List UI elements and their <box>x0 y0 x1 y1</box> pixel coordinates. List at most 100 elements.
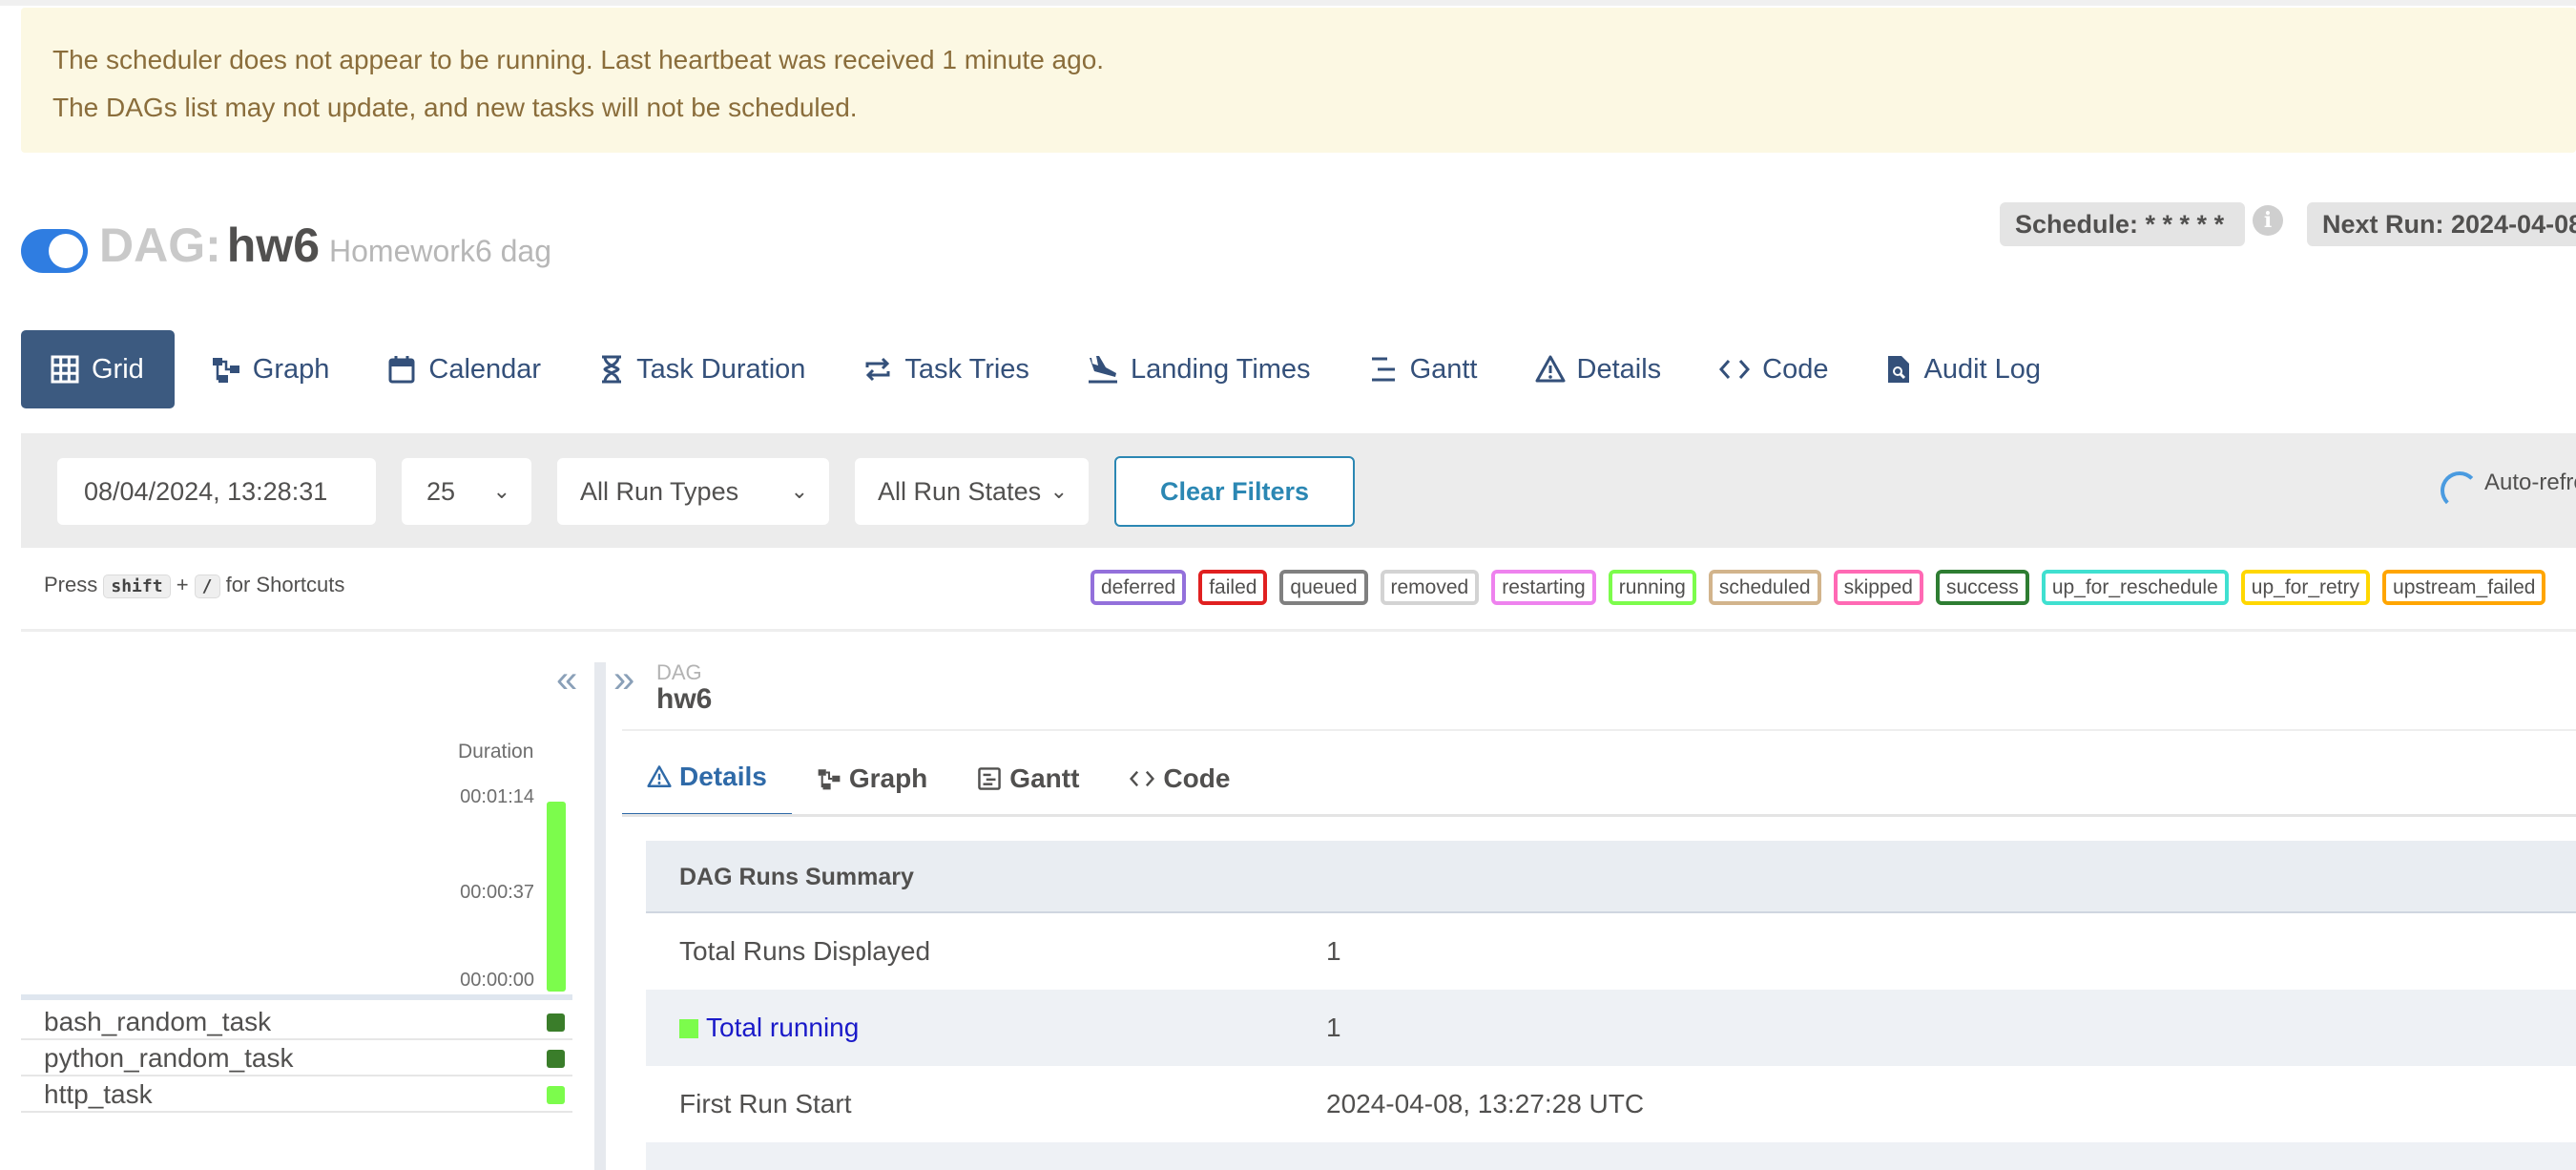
dag-prefix: DAG: <box>99 219 221 272</box>
pane-splitter[interactable] <box>594 662 606 1170</box>
legend-up-for-reschedule[interactable]: up_for_reschedule <box>2041 570 2229 605</box>
task-instance-status[interactable] <box>547 1050 565 1068</box>
summary-row: First Run Start 2024-04-08, 13:27:28 UTC <box>646 1066 2576 1142</box>
nav-task-tries-label: Task Tries <box>904 353 1029 385</box>
dag-name: hw6 <box>226 219 321 272</box>
summary-key: Total Runs Displayed <box>679 936 931 966</box>
state-legend: deferred failed queued removed restartin… <box>1091 570 2558 605</box>
dag-run-duration-bar[interactable] <box>547 802 566 992</box>
expand-details-icon[interactable]: » <box>613 658 634 701</box>
nav-calendar-label: Calendar <box>428 353 542 385</box>
duration-tick-zero: 00:00:00 <box>460 970 534 991</box>
base-date-input[interactable]: 08/04/2024, 13:28:31 <box>57 458 376 525</box>
legend-up-for-retry[interactable]: up_for_retry <box>2240 570 2371 605</box>
auto-refresh-toggle-label[interactable]: Auto-refresh <box>2484 470 2576 496</box>
nav-graph[interactable]: Graph <box>190 330 351 408</box>
next-run-badge: Next Run: 2024-04-08 <box>2307 202 2576 246</box>
num-runs-value: 25 <box>426 477 456 506</box>
divider <box>622 729 2576 731</box>
details-kicker: DAG <box>656 660 702 684</box>
dag-description: Homework6 dag <box>329 234 552 268</box>
collapse-grid-icon[interactable]: « <box>556 658 577 701</box>
filter-bar: 08/04/2024, 13:28:31 25 ⌄ All Run Types … <box>21 433 2576 548</box>
calendar-icon <box>388 356 415 384</box>
file-search-icon <box>1888 356 1910 383</box>
tab-gantt[interactable]: Gantt <box>952 741 1104 817</box>
legend-upstream-failed[interactable]: upstream_failed <box>2382 570 2546 605</box>
nav-details[interactable]: Details <box>1514 330 1683 408</box>
dag-runs-summary-table: DAG Runs Summary Total Runs Displayed 1 … <box>646 841 2576 1170</box>
shortcut-key-slash: / <box>194 575 220 598</box>
nav-gantt[interactable]: Gantt <box>1347 330 1499 408</box>
legend-success[interactable]: success <box>1935 570 2029 605</box>
legend-queued[interactable]: queued <box>1279 570 1368 605</box>
summary-row: Total Runs Displayed 1 <box>646 913 2576 990</box>
divider <box>21 629 2576 632</box>
task-row-python-random-task[interactable]: python_random_task <box>21 1040 572 1076</box>
nav-landing-times[interactable]: Landing Times <box>1066 330 1332 408</box>
tab-code[interactable]: Code <box>1104 741 1255 817</box>
summary-row <box>646 1142 2576 1170</box>
repeat-icon <box>865 357 890 382</box>
run-states-select[interactable]: All Run States ⌄ <box>855 458 1089 525</box>
gantt-icon <box>1371 357 1395 382</box>
dag-pause-toggle[interactable] <box>21 229 88 273</box>
grid-icon <box>51 355 79 384</box>
legend-failed[interactable]: failed <box>1198 570 1268 605</box>
summary-value: 1 <box>1326 936 1341 966</box>
task-instance-status[interactable] <box>547 1086 565 1104</box>
task-name: bash_random_task <box>44 1007 272 1036</box>
total-running-link[interactable]: Total running <box>679 1013 859 1043</box>
info-icon[interactable]: i <box>2253 205 2283 236</box>
legend-restarting[interactable]: restarting <box>1491 570 1596 605</box>
nav-grid[interactable]: Grid <box>21 330 175 408</box>
nav-calendar[interactable]: Calendar <box>365 330 562 408</box>
legend-skipped[interactable]: skipped <box>1833 570 1923 605</box>
summary-value: 1 <box>1326 1013 1341 1042</box>
nav-task-tries[interactable]: Task Tries <box>841 330 1050 408</box>
tab-graph[interactable]: Graph <box>792 741 952 817</box>
nav-code-label: Code <box>1762 353 1829 385</box>
warning-triangle-icon <box>1535 355 1565 383</box>
divider <box>622 814 2576 817</box>
chevron-down-icon: ⌄ <box>790 479 808 503</box>
tab-code-label: Code <box>1163 763 1231 793</box>
num-runs-select[interactable]: 25 ⌄ <box>402 458 531 525</box>
warning-triangle-icon <box>647 765 672 787</box>
nav-code[interactable]: Code <box>1697 330 1849 408</box>
code-icon <box>1130 770 1155 787</box>
nav-audit-log-label: Audit Log <box>1923 353 2042 385</box>
legend-removed[interactable]: removed <box>1380 570 1480 605</box>
duration-label: Duration <box>458 741 534 763</box>
summary-title: DAG Runs Summary <box>646 841 2576 913</box>
shortcuts-suffix: for Shortcuts <box>225 573 345 596</box>
tab-details[interactable]: Details <box>622 741 792 817</box>
summary-value: 2024-04-08, 13:27:28 UTC <box>1326 1089 1645 1118</box>
gantt-icon <box>978 767 1002 790</box>
toggle-knob <box>49 234 83 268</box>
scheduler-alert: The scheduler does not appear to be runn… <box>21 8 2576 153</box>
nav-grid-label: Grid <box>92 353 144 385</box>
running-status-swatch <box>679 1019 698 1038</box>
details-tabs: Details Graph Gantt Code <box>622 741 1255 817</box>
code-icon <box>1719 360 1751 379</box>
summary-key: First Run Start <box>679 1089 852 1118</box>
shortcuts-plus: + <box>176 573 189 596</box>
schedule-badge: Schedule: * * * * * <box>2000 202 2246 246</box>
task-instance-status[interactable] <box>547 1013 565 1032</box>
nav-task-duration[interactable]: Task Duration <box>577 330 826 408</box>
task-row-http-task[interactable]: http_task <box>21 1076 572 1113</box>
duration-tick-mid: 00:00:37 <box>460 882 534 903</box>
run-states-value: All Run States <box>878 477 1042 506</box>
run-types-select[interactable]: All Run Types ⌄ <box>557 458 829 525</box>
details-dag-name: hw6 <box>656 683 713 715</box>
tab-graph-label: Graph <box>848 763 928 793</box>
shortcuts-hint: Press shift + / for Shortcuts <box>44 573 344 598</box>
clear-filters-button[interactable]: Clear Filters <box>1114 456 1355 527</box>
legend-deferred[interactable]: deferred <box>1091 570 1187 605</box>
task-row-bash-random-task[interactable]: bash_random_task <box>21 1004 572 1040</box>
legend-running[interactable]: running <box>1608 570 1696 605</box>
legend-scheduled[interactable]: scheduled <box>1708 570 1821 605</box>
tab-gantt-label: Gantt <box>1009 763 1080 793</box>
nav-audit-log[interactable]: Audit Log <box>1864 330 2062 408</box>
